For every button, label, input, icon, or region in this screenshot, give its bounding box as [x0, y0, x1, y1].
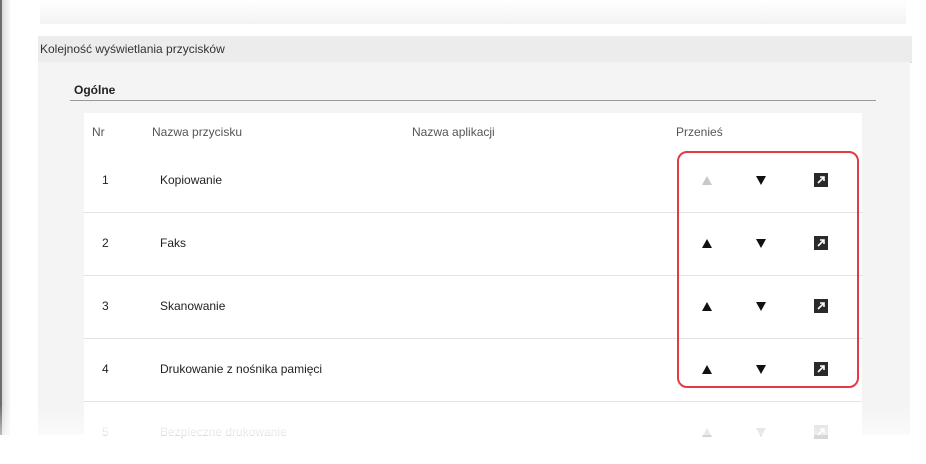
move-up-button: [694, 167, 720, 193]
row-nr: 4: [102, 362, 109, 376]
move-down-icon: [756, 301, 766, 311]
move-up-icon: [702, 427, 712, 437]
move-down-button[interactable]: [748, 167, 774, 193]
move-down-icon: [756, 364, 766, 374]
row-nr: 2: [102, 236, 109, 250]
edit-icon: [814, 173, 828, 187]
window-left-border: [0, 0, 10, 435]
table-row: 3 Skanowanie: [84, 275, 862, 339]
move-up-icon: [702, 301, 712, 311]
move-up-button[interactable]: [694, 230, 720, 256]
move-down-button[interactable]: [748, 293, 774, 319]
move-to-position-button[interactable]: [808, 356, 834, 382]
top-strip: [40, 0, 906, 24]
move-up-button[interactable]: [694, 293, 720, 319]
table-row: 4 Drukowanie z nośnika pamięci: [84, 338, 862, 402]
row-nr: 5: [102, 425, 109, 439]
column-header-app-name: Nazwa aplikacji: [412, 125, 495, 139]
move-to-position-button[interactable]: [808, 293, 834, 319]
column-header-nr: Nr: [92, 125, 105, 139]
move-up-button[interactable]: [694, 356, 720, 382]
table-row: 5 Bezpieczne drukowanie: [84, 401, 862, 464]
edit-icon: [814, 299, 828, 313]
row-button-name: Kopiowanie: [160, 173, 223, 187]
edit-icon: [814, 362, 828, 376]
move-down-icon: [756, 427, 766, 437]
section-header: Kolejność wyświetlania przycisków: [38, 36, 912, 63]
move-down-button[interactable]: [748, 230, 774, 256]
move-down-icon: [756, 238, 766, 248]
edit-icon: [814, 425, 828, 439]
move-to-position-button[interactable]: [808, 230, 834, 256]
move-up-icon: [702, 364, 712, 374]
table-row: 1 Kopiowanie: [84, 149, 862, 213]
row-button-name: Faks: [160, 236, 187, 250]
column-header-button-name: Nazwa przycisku: [152, 125, 243, 139]
move-down-button[interactable]: [748, 419, 774, 445]
group-title: Ogólne: [74, 83, 116, 97]
edit-icon: [814, 236, 828, 250]
group-divider: [70, 100, 876, 101]
row-nr: 1: [102, 173, 109, 187]
table-row: 2 Faks: [84, 212, 862, 276]
move-up-button[interactable]: [694, 419, 720, 445]
move-up-icon: [702, 175, 712, 185]
section-title: Kolejność wyświetlania przycisków: [40, 42, 225, 56]
move-down-button[interactable]: [748, 356, 774, 382]
move-to-position-button[interactable]: [808, 419, 834, 445]
move-up-icon: [702, 238, 712, 248]
row-button-name: Skanowanie: [160, 299, 226, 313]
row-button-name: Bezpieczne drukowanie: [160, 425, 287, 439]
move-to-position-button[interactable]: [808, 167, 834, 193]
column-header-move: Przenieś: [676, 125, 723, 139]
move-down-icon: [756, 175, 766, 185]
row-button-name: Drukowanie z nośnika pamięci: [160, 362, 323, 376]
row-nr: 3: [102, 299, 109, 313]
